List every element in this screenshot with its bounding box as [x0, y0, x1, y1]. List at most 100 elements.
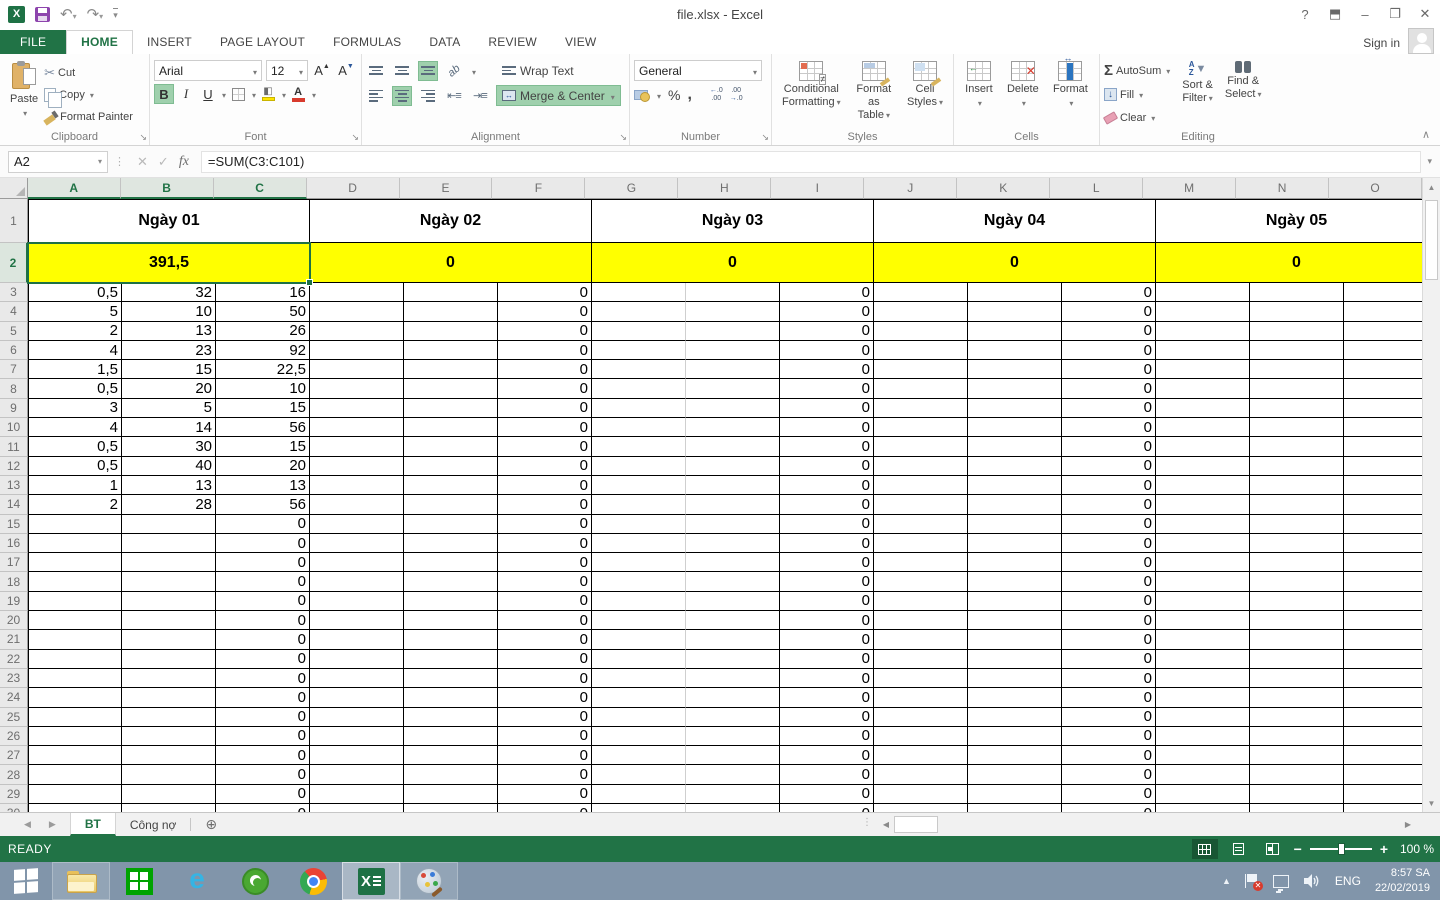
- cell-E4[interactable]: [404, 302, 498, 321]
- cell-I18[interactable]: 0: [780, 572, 874, 591]
- cell-G28[interactable]: [592, 765, 686, 784]
- cell-K18[interactable]: [968, 572, 1062, 591]
- cell-C9[interactable]: 15: [216, 399, 310, 418]
- cell-J12[interactable]: [874, 457, 968, 476]
- cell-K27[interactable]: [968, 746, 1062, 765]
- cell-I8[interactable]: 0: [780, 379, 874, 398]
- cell-D27[interactable]: [310, 746, 404, 765]
- cell-F20[interactable]: 0: [498, 611, 592, 630]
- cell-J28[interactable]: [874, 765, 968, 784]
- cell-L25[interactable]: 0: [1062, 708, 1156, 727]
- cell-N14[interactable]: [1250, 495, 1344, 514]
- day-total-2[interactable]: 0: [310, 243, 592, 283]
- tab-data[interactable]: DATA: [415, 31, 474, 54]
- cell-J30[interactable]: [874, 804, 968, 812]
- cell-H16[interactable]: [686, 534, 780, 553]
- cell-E10[interactable]: [404, 418, 498, 437]
- taskbar-coccoc[interactable]: [226, 862, 284, 900]
- cell-K20[interactable]: [968, 611, 1062, 630]
- find-select-button[interactable]: Find &Select: [1219, 58, 1268, 129]
- row-header-9[interactable]: 9: [0, 399, 28, 418]
- taskbar-excel[interactable]: X: [342, 862, 400, 900]
- cell-B12[interactable]: 40: [122, 457, 216, 476]
- cell-O17[interactable]: [1344, 553, 1422, 572]
- sort-filter-button[interactable]: AZ▼ Sort &Filter: [1176, 58, 1219, 129]
- cell-M17[interactable]: [1156, 553, 1250, 572]
- cell-A26[interactable]: [28, 727, 122, 746]
- cell-O5[interactable]: [1344, 322, 1422, 341]
- cell-E13[interactable]: [404, 476, 498, 495]
- cell-L12[interactable]: 0: [1062, 457, 1156, 476]
- cell-J19[interactable]: [874, 592, 968, 611]
- cell-N22[interactable]: [1250, 650, 1344, 669]
- collapse-ribbon-icon[interactable]: ∧: [1422, 128, 1430, 141]
- action-center-icon[interactable]: ✕: [1245, 873, 1259, 889]
- day-header-4[interactable]: Ngày 04: [874, 199, 1156, 243]
- cell-G30[interactable]: [592, 804, 686, 812]
- cell-B9[interactable]: 5: [122, 399, 216, 418]
- zoom-thumb[interactable]: [1338, 843, 1345, 855]
- row-header-24[interactable]: 24: [0, 688, 28, 707]
- cell-D16[interactable]: [310, 534, 404, 553]
- cell-J22[interactable]: [874, 650, 968, 669]
- fill-button[interactable]: ↓Fill: [1104, 84, 1170, 106]
- cell-N27[interactable]: [1250, 746, 1344, 765]
- cell-C7[interactable]: 22,5: [216, 360, 310, 379]
- cell-B23[interactable]: [122, 669, 216, 688]
- cell-F15[interactable]: 0: [498, 515, 592, 534]
- cell-M14[interactable]: [1156, 495, 1250, 514]
- cell-H21[interactable]: [686, 630, 780, 649]
- cell-E27[interactable]: [404, 746, 498, 765]
- cell-E23[interactable]: [404, 669, 498, 688]
- cell-G24[interactable]: [592, 688, 686, 707]
- conditional-formatting-button[interactable]: ConditionalFormatting: [776, 58, 847, 129]
- insert-function-icon[interactable]: fx: [179, 154, 189, 170]
- cell-B5[interactable]: 13: [122, 322, 216, 341]
- row-header-22[interactable]: 22: [0, 650, 28, 669]
- scroll-right-icon[interactable]: ▶: [1400, 815, 1416, 834]
- column-header-E[interactable]: E: [400, 178, 493, 199]
- cell-O16[interactable]: [1344, 534, 1422, 553]
- cell-E14[interactable]: [404, 495, 498, 514]
- cell-B21[interactable]: [122, 630, 216, 649]
- insert-cells-button[interactable]: Insert: [959, 58, 999, 129]
- align-left-button[interactable]: [366, 86, 386, 106]
- cell-H29[interactable]: [686, 785, 780, 804]
- scroll-up-icon[interactable]: ▲: [1423, 178, 1440, 196]
- cell-C4[interactable]: 50: [216, 302, 310, 321]
- copy-button[interactable]: Copy: [44, 84, 133, 106]
- cell-F7[interactable]: 0: [498, 360, 592, 379]
- cell-L30[interactable]: 0: [1062, 804, 1156, 812]
- format-cells-button[interactable]: Format: [1047, 58, 1094, 129]
- decrease-decimal-button[interactable]: .00→.0: [730, 87, 743, 102]
- underline-button[interactable]: U: [198, 84, 218, 104]
- tab-file[interactable]: FILE: [0, 30, 66, 54]
- row-header-11[interactable]: 11: [0, 437, 28, 456]
- column-header-D[interactable]: D: [307, 178, 400, 199]
- cell-J10[interactable]: [874, 418, 968, 437]
- cell-H12[interactable]: [686, 457, 780, 476]
- cell-A23[interactable]: [28, 669, 122, 688]
- cell-B10[interactable]: 14: [122, 418, 216, 437]
- cell-H24[interactable]: [686, 688, 780, 707]
- cell-C8[interactable]: 10: [216, 379, 310, 398]
- cell-M18[interactable]: [1156, 572, 1250, 591]
- cell-L7[interactable]: 0: [1062, 360, 1156, 379]
- cell-D28[interactable]: [310, 765, 404, 784]
- cell-E24[interactable]: [404, 688, 498, 707]
- cell-F17[interactable]: 0: [498, 553, 592, 572]
- cell-F6[interactable]: 0: [498, 341, 592, 360]
- cell-B13[interactable]: 13: [122, 476, 216, 495]
- cell-M26[interactable]: [1156, 727, 1250, 746]
- cell-M16[interactable]: [1156, 534, 1250, 553]
- cell-L19[interactable]: 0: [1062, 592, 1156, 611]
- cell-H7[interactable]: [686, 360, 780, 379]
- cell-G3[interactable]: [592, 283, 686, 302]
- cell-D14[interactable]: [310, 495, 404, 514]
- cell-F26[interactable]: 0: [498, 727, 592, 746]
- cell-K10[interactable]: [968, 418, 1062, 437]
- vertical-scroll-thumb[interactable]: [1425, 200, 1438, 280]
- name-box[interactable]: A2▾: [8, 151, 108, 173]
- cell-I19[interactable]: 0: [780, 592, 874, 611]
- cell-G26[interactable]: [592, 727, 686, 746]
